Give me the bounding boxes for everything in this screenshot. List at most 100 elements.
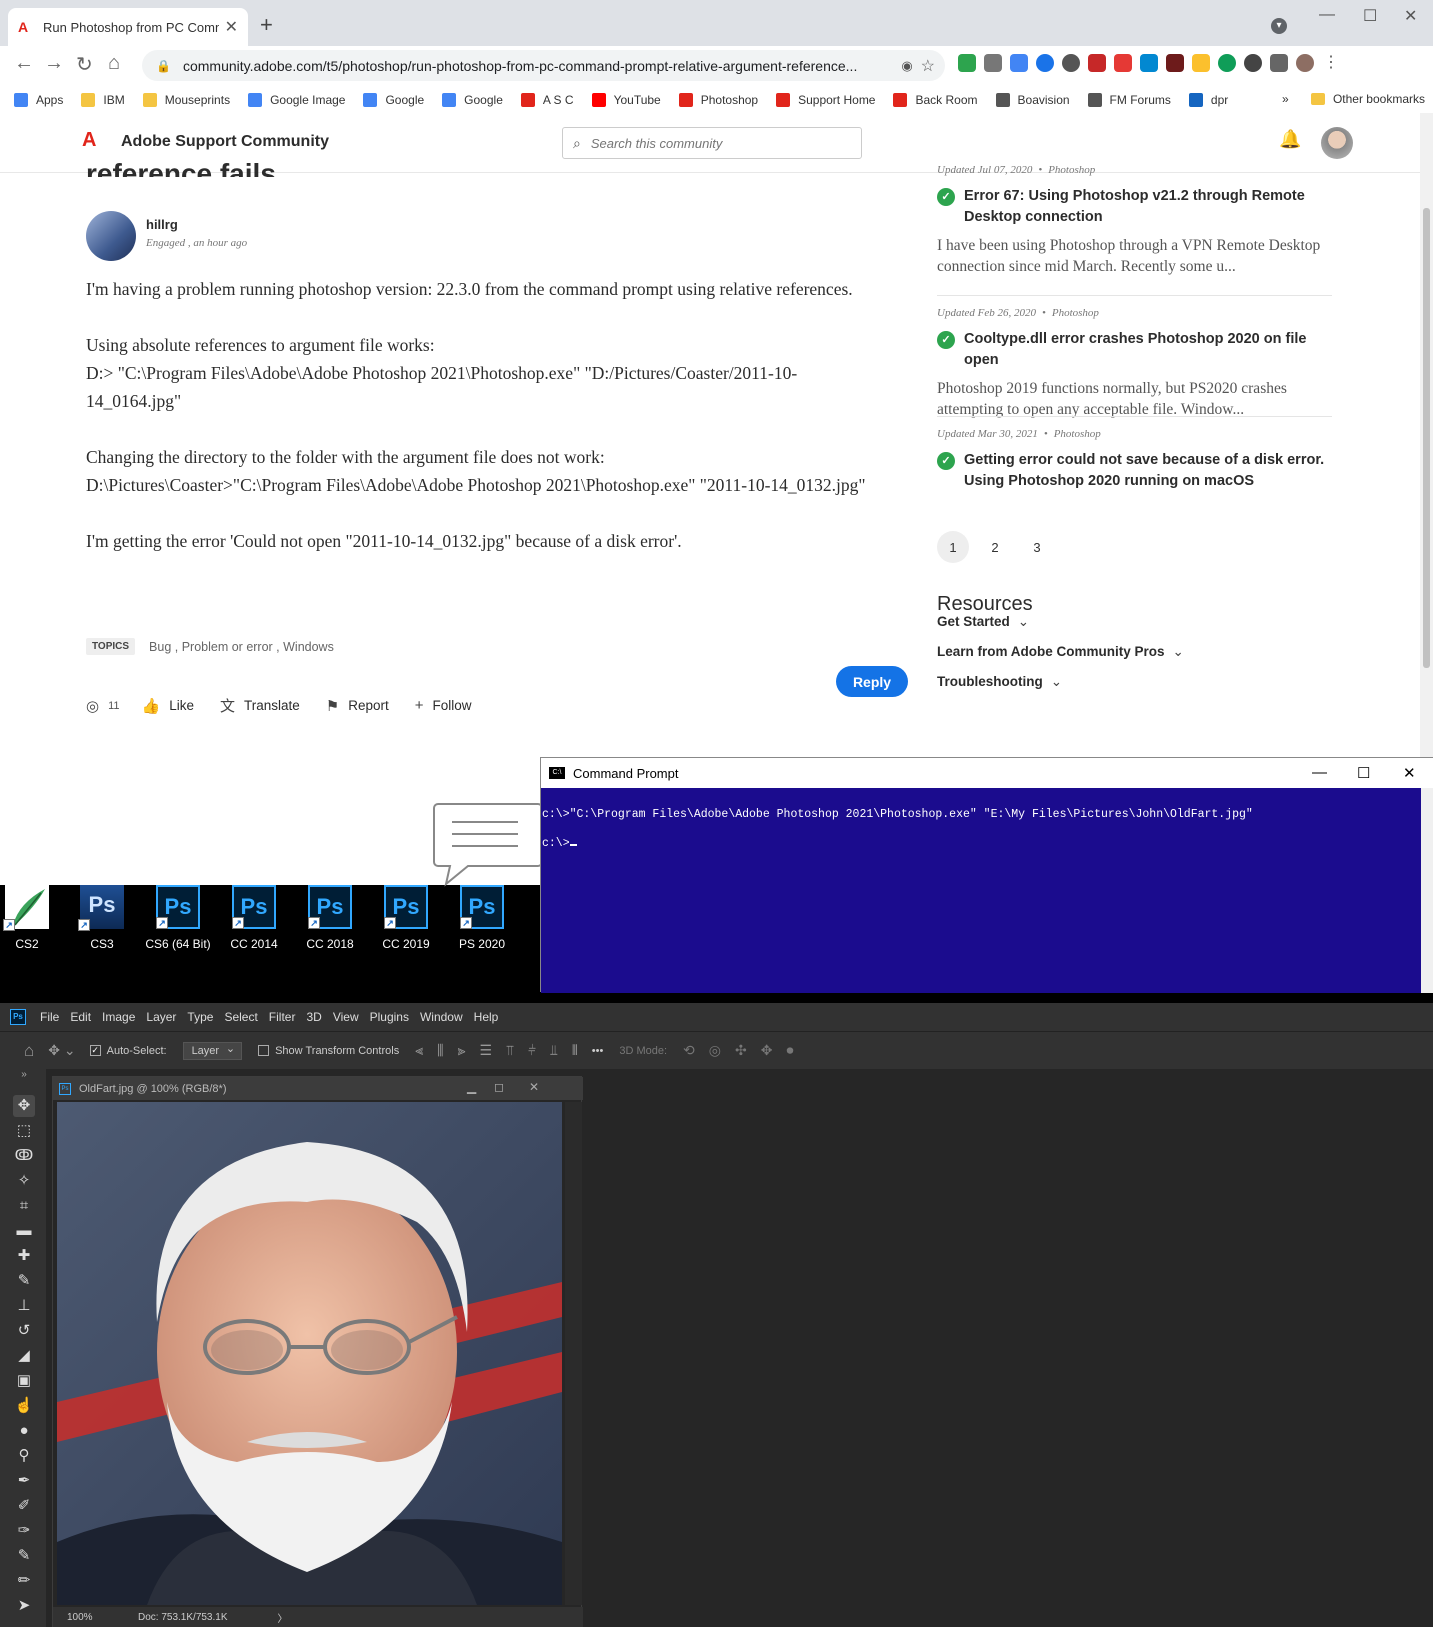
align-right-icon[interactable]: ⫸ <box>458 1042 466 1059</box>
bookmark-item[interactable]: Apps <box>14 92 63 107</box>
extension-icon[interactable] <box>1244 54 1262 72</box>
command-prompt-window[interactable]: C:\ Command Prompt — ☐ ✕ c:\>"C:\Program… <box>540 757 1433 993</box>
ps-menu-window[interactable]: Window <box>420 1010 463 1024</box>
document-tab[interactable]: Ps OldFart.jpg @ 100% (RGB/8*) ▁ ◻ ✕ <box>53 1077 583 1100</box>
ps-menu-view[interactable]: View <box>333 1010 359 1024</box>
extension-icon[interactable] <box>1088 54 1106 72</box>
doc-restore-icon[interactable]: ◻ <box>494 1080 504 1094</box>
cmd-minimize-icon[interactable]: — <box>1312 764 1327 781</box>
related-title[interactable]: ✓ Error 67: Using Photoshop v21.2 through… <box>937 186 1337 228</box>
ps-menu-type[interactable]: Type <box>187 1010 213 1024</box>
address-bar[interactable]: 🔒 community.adobe.com/t5/photoshop/run-p… <box>142 50 945 81</box>
align-top-icon[interactable]: ⫪ <box>506 1042 514 1059</box>
ps-menu-select[interactable]: Select <box>224 1010 257 1024</box>
blur-tool-icon[interactable]: ● <box>13 1420 35 1442</box>
notification-bell-icon[interactable]: 🔔 <box>1279 129 1301 150</box>
bookmark-item[interactable]: IBM <box>81 92 125 107</box>
align-bottom-icon[interactable]: ⫫ <box>550 1042 558 1059</box>
cmd-scrollbar[interactable] <box>1421 788 1433 993</box>
convert-point-icon[interactable]: ✏ <box>13 1570 35 1592</box>
distribute-icon[interactable]: ☰ <box>479 1042 492 1059</box>
new-tab-icon[interactable]: + <box>260 12 273 38</box>
tracking-eye-icon[interactable]: ◉ <box>901 58 912 74</box>
topics-list[interactable]: Bug , Problem or error , Windows <box>149 640 334 654</box>
search-input[interactable] <box>590 135 831 151</box>
ruler-tool-icon[interactable]: ▬ <box>13 1220 35 1242</box>
smudge-tool-icon[interactable]: ☝ <box>13 1395 35 1417</box>
desktop-shortcut[interactable]: Ps ↗ CC 2018 <box>296 885 364 951</box>
home-icon[interactable]: ⌂ <box>108 52 120 75</box>
move-tool-icon[interactable]: ✥ <box>13 1095 35 1117</box>
extension-icon[interactable] <box>1140 54 1158 72</box>
3d-orbit-icon[interactable]: ⟲ <box>683 1042 695 1059</box>
resource-item[interactable]: Troubleshooting ⌄ <box>937 674 1062 690</box>
desktop-shortcut[interactable]: ↗ CS2 <box>0 885 61 951</box>
cmd-close-icon[interactable]: ✕ <box>1403 764 1416 782</box>
align-left-icon[interactable]: ⫷ <box>415 1042 423 1059</box>
curvature-pen-icon[interactable]: ✑ <box>13 1520 35 1542</box>
lasso-tool-icon[interactable]: ↂ <box>13 1145 35 1167</box>
brush-tool-icon[interactable]: ✎ <box>13 1270 35 1292</box>
home-icon[interactable]: ⌂ <box>24 1041 34 1061</box>
path-select-icon[interactable]: ➤ <box>13 1595 35 1617</box>
like-button[interactable]: 👍 Like <box>142 697 194 715</box>
doc-scrollbar[interactable] <box>565 1102 582 1605</box>
magic-wand-icon[interactable]: ✧ <box>13 1170 35 1192</box>
kebab-menu-icon[interactable]: ⋮ <box>1322 54 1340 72</box>
tab-active[interactable]: A Run Photoshop from PC Comma ✕ <box>8 8 248 46</box>
pen-tool-icon[interactable]: ✒ <box>13 1470 35 1492</box>
desktop-shortcut[interactable]: Ps ↗ CC 2014 <box>220 885 288 951</box>
show-transform-checkbox[interactable]: Show Transform Controls <box>258 1045 399 1057</box>
related-category[interactable]: Photoshop <box>1048 164 1095 176</box>
bookmark-item[interactable]: Mouseprints <box>142 92 230 107</box>
close-window-icon[interactable]: ✕ <box>1404 6 1417 26</box>
follow-button[interactable]: + Follow <box>415 697 472 714</box>
related-title[interactable]: ✓ Getting error could not save because of… <box>937 450 1337 492</box>
author-avatar[interactable] <box>86 211 136 261</box>
bookmark-item[interactable]: dpr <box>1188 92 1228 107</box>
extension-icon[interactable] <box>984 54 1002 72</box>
layer-select[interactable]: Layer <box>182 1041 243 1060</box>
minimize-icon[interactable]: — <box>1319 6 1335 24</box>
desktop-shortcut[interactable]: Ps ↗ CS6 (64 Bit) <box>144 885 212 951</box>
dodge-tool-icon[interactable]: ⚲ <box>13 1445 35 1467</box>
ps-menu-image[interactable]: Image <box>102 1010 135 1024</box>
crop-tool-icon[interactable]: ⌗ <box>13 1195 35 1217</box>
gradient-tool-icon[interactable]: ▣ <box>13 1370 35 1392</box>
reload-icon[interactable]: ↻ <box>76 52 93 77</box>
translate-button[interactable]: 文 Translate <box>220 695 300 716</box>
bookmark-item[interactable]: Google Image <box>248 92 345 107</box>
bookmark-item[interactable]: YouTube <box>591 92 661 107</box>
profile-avatar-icon[interactable] <box>1296 54 1314 72</box>
ps-menu-edit[interactable]: Edit <box>70 1010 91 1024</box>
add-anchor-icon[interactable]: ✎ <box>13 1545 35 1567</box>
extension-icon[interactable] <box>1114 54 1132 72</box>
related-title[interactable]: ✓ Cooltype.dll error crashes Photoshop 20… <box>937 329 1337 371</box>
bookmark-item[interactable]: Google <box>363 92 424 107</box>
marquee-tool-icon[interactable]: ⬚ <box>13 1120 35 1142</box>
history-brush-icon[interactable]: ↺ <box>13 1320 35 1342</box>
cmd-titlebar[interactable]: C:\ Command Prompt — ☐ ✕ <box>541 758 1433 788</box>
bookmark-item[interactable]: A S C <box>520 92 574 107</box>
image-canvas[interactable] <box>57 1102 562 1605</box>
bookmark-item[interactable]: FM Forums <box>1087 92 1171 107</box>
forward-icon[interactable]: → <box>44 52 64 75</box>
extension-icon[interactable] <box>1166 54 1184 72</box>
back-icon[interactable]: ← <box>14 52 34 75</box>
doc-minimize-icon[interactable]: ▁ <box>467 1080 476 1094</box>
page-3[interactable]: 3 <box>1021 531 1053 563</box>
clone-stamp-icon[interactable]: ⊥ <box>13 1295 35 1317</box>
reply-button[interactable]: Reply <box>836 666 908 697</box>
desktop-shortcut[interactable]: Ps ↗ CC 2019 <box>372 885 440 951</box>
ps-menu-filter[interactable]: Filter <box>269 1010 296 1024</box>
extension-icon[interactable] <box>1036 54 1054 72</box>
desktop-shortcut[interactable]: Ps ↗ PS 2020 <box>448 885 516 951</box>
ps-menu-layer[interactable]: Layer <box>146 1010 176 1024</box>
bookmark-item[interactable]: Back Room <box>893 92 978 107</box>
puzzle-icon[interactable] <box>1270 54 1288 72</box>
3d-pan-icon[interactable]: ✣ <box>735 1042 747 1059</box>
report-button[interactable]: ⚑ Report <box>326 697 389 715</box>
maximize-icon[interactable]: ☐ <box>1363 6 1377 26</box>
doc-close-icon[interactable]: ✕ <box>529 1080 539 1094</box>
bookmark-item[interactable]: Boavision <box>995 92 1070 107</box>
